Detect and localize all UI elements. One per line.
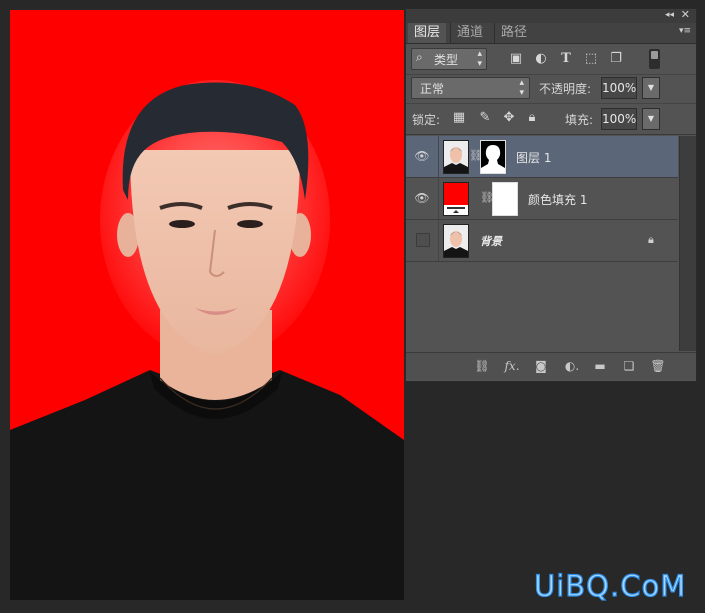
adjustment-filter-icon[interactable]: ◐ xyxy=(533,51,549,67)
layer-row-color-fill-1[interactable]: 👁︎ ⛓︎ 颜色填充 1 xyxy=(406,178,678,220)
search-icon: ⌕ xyxy=(416,50,423,64)
layer-row-layer-1[interactable]: 👁︎ ⛓︎ 图层 1 xyxy=(406,136,678,178)
watermark: UiBQ.CoM xyxy=(533,568,687,603)
lock-label: 锁定: xyxy=(412,113,441,127)
trash-icon[interactable]: 🗑︎ xyxy=(649,358,667,374)
panel-title-bar[interactable]: ◂◂ ✕ xyxy=(406,8,696,23)
filter-kind-select[interactable]: ⌕ 类型 ▴ ▾ xyxy=(411,48,487,70)
opacity-input[interactable]: 100% xyxy=(601,77,637,99)
filter-kind-label: 类型 xyxy=(434,53,459,67)
document-canvas[interactable] xyxy=(10,10,404,600)
lock-brush-icon[interactable]: ✎ xyxy=(477,110,493,126)
layer-name: 背景 xyxy=(480,235,502,248)
new-layer-icon[interactable]: ❏ xyxy=(620,358,638,374)
divider xyxy=(438,178,439,219)
eye-icon[interactable]: 👁︎ xyxy=(414,191,430,205)
layer-mask-thumbnail[interactable] xyxy=(480,140,506,174)
opacity-dropdown-button[interactable]: ▼ xyxy=(642,77,660,99)
blend-mode-value: 正常 xyxy=(420,82,445,96)
blend-mode-select[interactable]: 正常 ▴ ▾ xyxy=(411,77,530,99)
lock-icon: 🔒︎ xyxy=(648,233,654,246)
lock-move-icon[interactable]: ✥ xyxy=(501,110,517,126)
layer-thumbnail xyxy=(443,224,469,258)
fx-icon[interactable]: fx. xyxy=(503,358,521,374)
fill-label: 填充: xyxy=(565,113,594,127)
pixel-filter-icon[interactable]: ▣ xyxy=(508,51,524,67)
eye-icon[interactable]: 👁︎ xyxy=(414,149,430,163)
lock-row: 锁定: ▦ ✎ ✥ 🔒︎ 填充: 100% ▼ xyxy=(406,104,696,135)
fill-dropdown-button[interactable]: ▼ xyxy=(642,108,660,130)
layers-panel: ◂◂ ✕ 图层 通道 路径 ▾≡ ⌕ 类型 ▴ ▾ ▣ ◐ T ⬚ ❐ 正常 ▴ ▾… xyxy=(405,8,697,382)
layers-scrollbar[interactable] xyxy=(679,136,696,351)
layers-list: 👁︎ ⛓︎ 图层 1 👁︎ ⛓︎ 颜色填充 1 背景 🔒︎ xyxy=(406,136,678,351)
panel-footer: ⛓︎ fx. ◙ ◐. ▬ ❏ 🗑︎ xyxy=(406,352,696,379)
layer-row-background[interactable]: 背景 🔒︎ xyxy=(406,220,678,262)
collapse-icon[interactable]: ◂◂ xyxy=(665,10,674,20)
panel-tabs: 图层 通道 路径 ▾≡ xyxy=(406,23,696,44)
tab-layers[interactable]: 图层 xyxy=(408,23,447,43)
spin-arrows-icon: ▴ ▾ xyxy=(477,49,482,69)
layer-name: 颜色填充 1 xyxy=(528,193,588,207)
close-icon[interactable]: ✕ xyxy=(681,8,690,21)
portrait-photo xyxy=(10,10,404,600)
layer-mask-thumbnail[interactable] xyxy=(492,182,518,216)
adjustment-icon[interactable]: ◐. xyxy=(563,358,581,374)
tab-channels[interactable]: 通道 xyxy=(450,23,489,43)
fill-input[interactable]: 100% xyxy=(601,108,637,130)
layer-thumbnail xyxy=(443,140,469,174)
folder-icon[interactable]: ▬ xyxy=(591,358,609,374)
shape-filter-icon[interactable]: ⬚ xyxy=(583,51,599,67)
divider xyxy=(438,136,439,177)
lock-all-icon[interactable]: 🔒︎ xyxy=(524,110,540,126)
layer-filter-row: ⌕ 类型 ▴ ▾ ▣ ◐ T ⬚ ❐ xyxy=(406,46,696,75)
visibility-toggle[interactable] xyxy=(416,233,430,247)
opacity-label: 不透明度: xyxy=(539,82,592,96)
tab-paths[interactable]: 路径 xyxy=(494,23,533,43)
panel-menu-icon[interactable]: ▾≡ xyxy=(679,26,691,36)
link-icon[interactable]: ⛓︎ xyxy=(473,358,491,374)
fill-color-thumbnail[interactable] xyxy=(443,182,469,216)
filter-toggle-switch[interactable] xyxy=(649,49,660,69)
layer-name: 图层 1 xyxy=(516,151,552,165)
mask-icon[interactable]: ◙ xyxy=(532,358,550,374)
blend-row: 正常 ▴ ▾ 不透明度: 100% ▼ xyxy=(406,75,696,104)
type-filter-icon[interactable]: T xyxy=(558,51,574,67)
spin-arrows-icon: ▴ ▾ xyxy=(519,78,524,98)
divider xyxy=(438,220,439,261)
smart-object-filter-icon[interactable]: ❐ xyxy=(608,51,624,67)
lock-transparency-icon[interactable]: ▦ xyxy=(451,110,467,126)
